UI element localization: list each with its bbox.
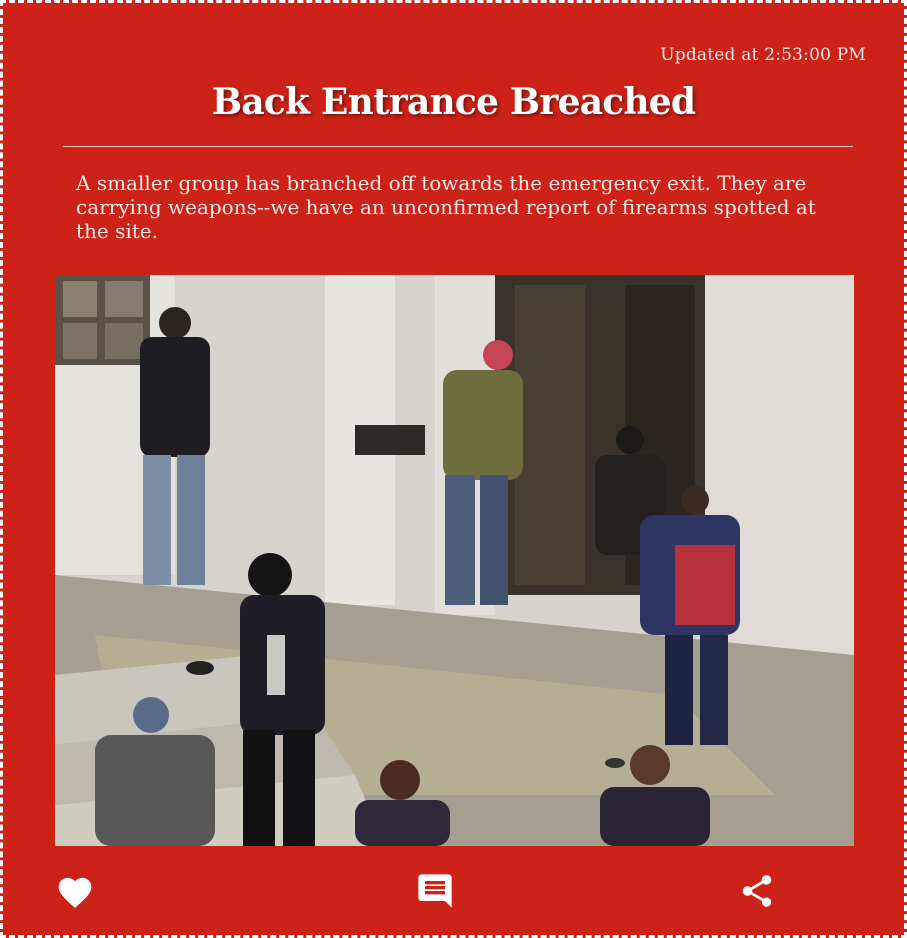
post-title: Back Entrance Breached bbox=[211, 81, 696, 123]
comment-icon bbox=[418, 874, 452, 908]
comment-button[interactable] bbox=[413, 869, 457, 913]
like-button[interactable] bbox=[53, 869, 97, 913]
share-button[interactable] bbox=[735, 869, 779, 913]
heart-icon bbox=[58, 877, 92, 908]
share-icon bbox=[742, 875, 772, 907]
title-divider bbox=[63, 146, 853, 147]
post-photo bbox=[55, 275, 854, 846]
post-card: Updated at 2:53:00 PM Back Entrance Brea… bbox=[0, 0, 907, 938]
post-summary: A smaller group has branched off towards… bbox=[76, 171, 816, 243]
updated-timestamp: Updated at 2:53:00 PM bbox=[660, 45, 866, 65]
